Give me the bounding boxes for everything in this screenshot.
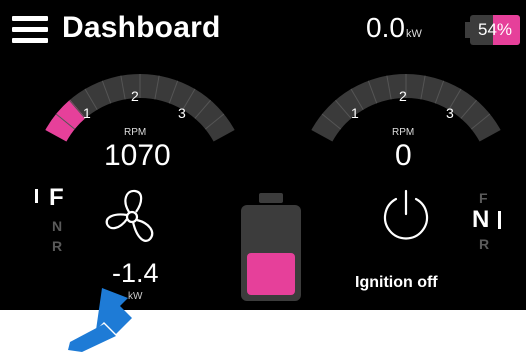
right-gear-reverse: R <box>479 236 490 252</box>
right-gear-forward: F <box>479 190 488 206</box>
dashboard-screen: Dashboard 0.0kW 54% 1 2 3 RPM 1070 F N R… <box>0 0 526 310</box>
battery-icon <box>241 193 301 301</box>
power-icon[interactable] <box>378 188 434 244</box>
center-battery-terminal <box>259 193 283 203</box>
right-gear-indicator-bar <box>498 211 501 229</box>
propeller-icon <box>105 189 154 242</box>
power-unit: kW <box>405 28 422 40</box>
right-rpm-value: 0 <box>395 139 412 172</box>
right-gauge-tick-3: 3 <box>446 105 454 121</box>
right-gear-neutral: N <box>472 206 490 233</box>
left-gauge-tick-1: 1 <box>83 105 91 121</box>
pointer-arrow-icon <box>68 288 132 352</box>
left-gear-reverse: R <box>52 238 63 254</box>
power-readout: 0.0kW <box>366 12 422 44</box>
motor-power-value: -1.4 <box>112 258 159 288</box>
page-title: Dashboard <box>62 11 221 44</box>
center-battery-fill <box>247 253 295 295</box>
battery-indicator: 54% <box>465 15 521 45</box>
ignition-status-label: Ignition off <box>355 274 438 291</box>
right-rpm-label: RPM <box>392 127 415 138</box>
left-rpm-label: RPM <box>124 127 147 138</box>
left-gauge-tick-3: 3 <box>178 105 186 121</box>
left-gear-forward: F <box>49 184 64 211</box>
left-rpm-value: 1070 <box>104 139 171 172</box>
hamburger-menu-icon[interactable] <box>12 16 48 44</box>
left-gear-indicator-bar <box>35 189 38 203</box>
right-gauge-tick-1: 1 <box>351 105 359 121</box>
left-gear-neutral: N <box>52 218 63 234</box>
left-gauge-tick-2: 2 <box>131 88 139 104</box>
right-gauge-tick-2: 2 <box>399 88 407 104</box>
battery-percent: 54% <box>477 20 513 39</box>
power-value: 0.0 <box>366 12 405 43</box>
